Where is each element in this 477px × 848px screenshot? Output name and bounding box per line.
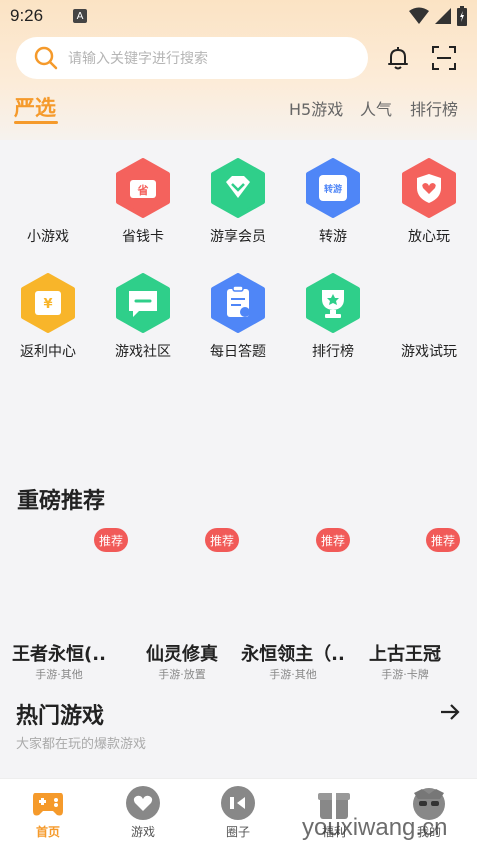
heart-shield-icon bbox=[402, 158, 456, 218]
bell-icon[interactable] bbox=[384, 44, 412, 72]
grid-item-rebate-center[interactable]: ¥ 返利中心 bbox=[8, 273, 88, 361]
status-bar: 9:26 A bbox=[0, 0, 477, 32]
hot-games-subtitle: 大家都在玩的爆款游戏 bbox=[16, 737, 147, 752]
status-time: 9:26 bbox=[10, 6, 44, 25]
grid-item-community[interactable]: 游戏社区 bbox=[103, 273, 183, 361]
notification-a-icon: A bbox=[73, 9, 88, 23]
grid-label: 小游戏 bbox=[27, 229, 69, 245]
grid-label: 排行榜 bbox=[312, 344, 354, 360]
trophy-icon bbox=[306, 273, 360, 333]
game-name: 上古王冠 bbox=[369, 644, 441, 665]
grid-item-transfer[interactable]: 转游 转游 bbox=[293, 158, 373, 246]
svg-text:省: 省 bbox=[137, 183, 149, 197]
svg-text:转游: 转游 bbox=[324, 183, 342, 195]
grid-item-safe-play[interactable]: 放心玩 bbox=[389, 158, 469, 246]
grid-item-daily-quiz[interactable]: 每日答题 bbox=[198, 273, 278, 361]
nav-label: 圈子 bbox=[225, 825, 250, 839]
svg-text:¥: ¥ bbox=[43, 297, 52, 312]
game-name: 王者永恒(.. bbox=[12, 644, 106, 665]
grid-label: 游戏社区 bbox=[115, 344, 171, 360]
search-placeholder: 请输入关键字进行搜索 bbox=[68, 51, 208, 67]
nav-home[interactable]: 首页 bbox=[18, 785, 78, 840]
grid-label: 转游 bbox=[319, 229, 347, 245]
tab-popular[interactable]: 人气 bbox=[360, 96, 392, 120]
signal-icon bbox=[435, 8, 451, 24]
grid-label: 放心玩 bbox=[408, 229, 450, 245]
game-tag: 手游·放置 bbox=[158, 668, 206, 681]
recommend-title: 重磅推荐 bbox=[17, 489, 106, 514]
chat-icon bbox=[116, 273, 170, 333]
watermark-text: youxiwang.cn bbox=[302, 814, 448, 841]
tab-h5-games[interactable]: H5游戏 bbox=[289, 96, 343, 120]
recommend-badge: 推荐 bbox=[426, 528, 460, 552]
heart-icon bbox=[126, 786, 160, 820]
recommend-badge: 推荐 bbox=[94, 528, 128, 552]
ticket-icon: ¥ bbox=[21, 273, 75, 333]
grid-label: 返利中心 bbox=[20, 344, 76, 360]
battery-icon bbox=[457, 6, 467, 26]
recommend-badge: 推荐 bbox=[205, 528, 239, 552]
hot-games-title: 热门游戏 bbox=[16, 704, 105, 729]
wifi-icon bbox=[409, 7, 429, 24]
scan-icon[interactable] bbox=[430, 44, 458, 72]
game-tag: 手游·卡牌 bbox=[381, 668, 429, 681]
arrow-right-icon[interactable] bbox=[438, 700, 462, 724]
tab-selected[interactable]: 严选 bbox=[14, 92, 56, 122]
nav-circle[interactable]: 圈子 bbox=[208, 785, 268, 840]
grid-label: 游享会员 bbox=[210, 229, 266, 245]
search-bar[interactable]: 请输入关键字进行搜索 bbox=[16, 37, 368, 79]
game-name: 仙灵修真 bbox=[146, 644, 218, 665]
search-icon bbox=[34, 46, 58, 70]
nav-label: 游戏 bbox=[130, 825, 155, 839]
game-tag: 手游·其他 bbox=[269, 668, 317, 681]
grid-label: 每日答题 bbox=[210, 344, 266, 360]
circle-icon bbox=[221, 786, 255, 820]
recommend-badge: 推荐 bbox=[316, 528, 350, 552]
grid-item-vip[interactable]: 游享会员 bbox=[198, 158, 278, 246]
wallet-icon: 省 bbox=[116, 158, 170, 218]
nav-label: 首页 bbox=[35, 825, 60, 839]
status-indicators bbox=[409, 6, 467, 26]
grid-label: 游戏试玩 bbox=[401, 344, 457, 360]
grid-item-saving-card[interactable]: 省 省钱卡 bbox=[103, 158, 183, 246]
tab-underline bbox=[14, 121, 58, 124]
game-name: 永恒领主（.. bbox=[241, 644, 345, 665]
grid-label: 省钱卡 bbox=[122, 229, 164, 245]
grid-item-game-trial[interactable]: 游戏试玩 bbox=[389, 273, 469, 361]
transfer-icon: 转游 bbox=[306, 158, 360, 218]
clipboard-icon bbox=[211, 273, 265, 333]
game-tag: 手游·其他 bbox=[35, 668, 83, 681]
nav-games[interactable]: 游戏 bbox=[113, 785, 173, 840]
grid-item-mini-games[interactable]: 小游戏 bbox=[8, 158, 88, 246]
grid-item-ranking[interactable]: 排行榜 bbox=[293, 273, 373, 361]
tab-ranking[interactable]: 排行榜 bbox=[410, 96, 458, 120]
gamepad-icon bbox=[33, 793, 63, 816]
diamond-icon bbox=[211, 158, 265, 218]
